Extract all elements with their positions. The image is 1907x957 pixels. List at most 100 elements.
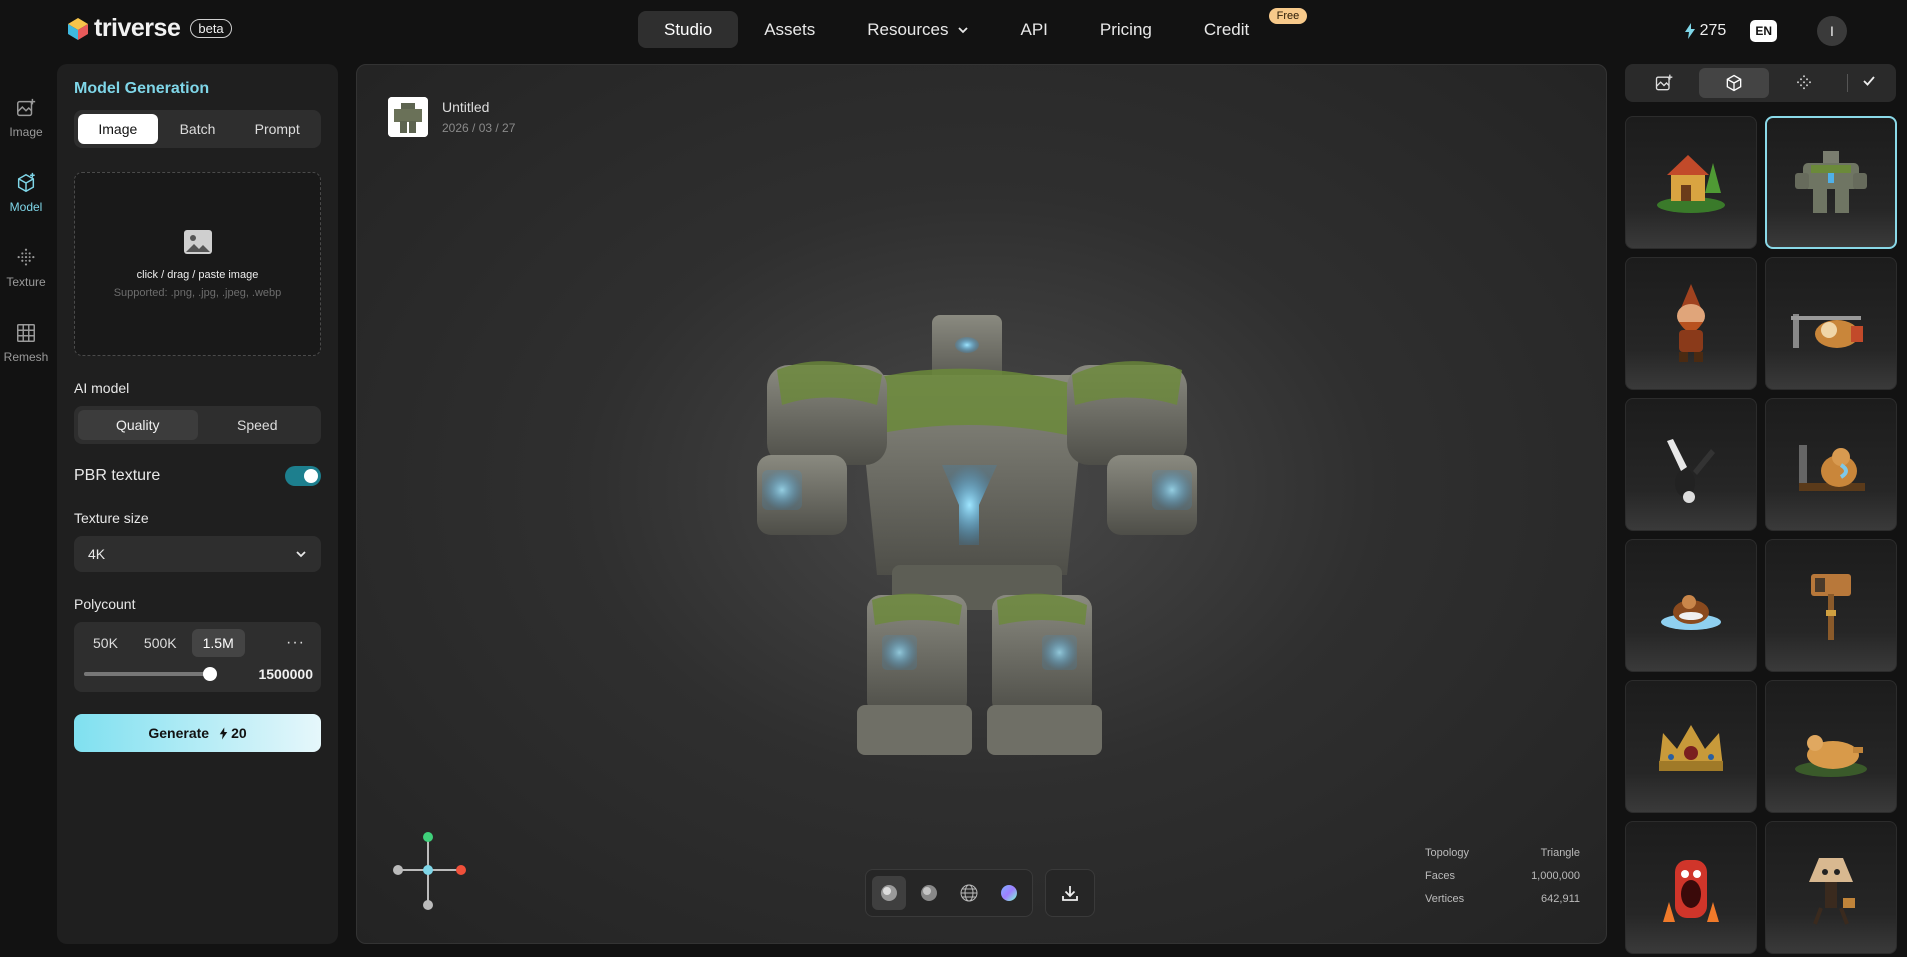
asset-card-lamp-creature[interactable]	[1765, 821, 1897, 954]
house-model-thumb	[1657, 154, 1725, 213]
brand-name: triverse	[94, 14, 181, 42]
rail-item-texture[interactable]: Texture	[0, 230, 52, 305]
credit-balance[interactable]: 275	[1684, 22, 1727, 40]
texture-size-label: Texture size	[74, 510, 149, 526]
asset-card-house[interactable]	[1625, 116, 1757, 249]
nav-studio[interactable]: Studio	[638, 11, 739, 48]
rail-item-image[interactable]: Image	[0, 80, 52, 155]
mesh-stats: Topology Triangle Faces 1,000,000 Vertices…	[1425, 847, 1580, 916]
viewport-toolbar	[865, 869, 1095, 917]
normal-sphere-icon	[1001, 885, 1017, 901]
hammer-model-thumb	[1811, 573, 1851, 640]
rail-item-label: Remesh	[3, 349, 49, 364]
tab-prompt[interactable]: Prompt	[237, 114, 317, 144]
generate-cost: 20	[231, 725, 247, 741]
more-options-icon[interactable]: ···	[286, 634, 305, 652]
ai-model-speed[interactable]: Speed	[198, 410, 318, 440]
generate-button[interactable]: Generate 20	[74, 714, 321, 752]
asset-card-bird-bench[interactable]	[1765, 398, 1897, 531]
tab-batch[interactable]: Batch	[158, 114, 238, 144]
model-name[interactable]: Untitled	[442, 99, 515, 115]
grid-icon	[17, 323, 35, 342]
render-textured-button[interactable]	[872, 876, 906, 910]
image-plus-icon	[17, 98, 36, 116]
axis-gizmo[interactable]	[383, 825, 473, 915]
asset-card-golem[interactable]	[1765, 116, 1897, 249]
credit-count: 275	[1699, 22, 1727, 39]
nav-assets[interactable]: Assets	[738, 11, 841, 48]
rail-item-label: Model	[9, 199, 43, 214]
polycount-50k[interactable]: 50K	[82, 629, 129, 657]
nav-resources[interactable]: Resources	[841, 11, 994, 48]
model-generation-panel: Model Generation Image Batch Prompt clic…	[57, 64, 338, 944]
render-normal-button[interactable]	[992, 876, 1026, 910]
rail-item-model[interactable]: Model	[0, 155, 52, 230]
breakdancer-model-thumb	[1667, 438, 1715, 503]
bird-water-model-thumb	[1661, 594, 1721, 630]
stat-label: Topology	[1425, 847, 1470, 859]
image-upload-dropzone[interactable]: click / drag / paste image Supported: .p…	[74, 172, 321, 356]
polycount-500k[interactable]: 500K	[133, 629, 188, 657]
polycount-1-5m[interactable]: 1.5M	[191, 629, 245, 657]
beta-badge: beta	[190, 19, 232, 38]
gym-bird-model-thumb	[1791, 313, 1863, 348]
stat-label: Vertices	[1425, 893, 1465, 905]
asset-card-crown[interactable]	[1625, 680, 1757, 813]
polycount-slider[interactable]	[84, 667, 217, 681]
filter-image-button[interactable]	[1629, 68, 1699, 98]
nav-credit[interactable]: Credit Free	[1178, 8, 1308, 48]
gallery-filter-bar	[1625, 64, 1896, 102]
ai-model-label: AI model	[74, 380, 130, 396]
slider-thumb[interactable]	[203, 667, 217, 681]
header-right: 275 EN I	[1684, 16, 1847, 46]
panel-title: Model Generation	[74, 80, 210, 97]
cube-icon	[1726, 74, 1742, 92]
asset-card-gnome[interactable]	[1625, 257, 1757, 390]
chevron-down-icon	[957, 26, 968, 33]
texture-icon	[1797, 75, 1811, 90]
main-nav: Studio Assets Resources API Pricing Cred…	[638, 8, 1308, 48]
render-mode-group	[865, 869, 1033, 917]
texture-size-select[interactable]: 4K	[74, 536, 321, 572]
rail-item-label: Image	[9, 124, 43, 139]
tab-image[interactable]: Image	[78, 114, 158, 144]
image-icon	[183, 230, 212, 254]
chevron-down-icon	[296, 551, 306, 558]
lamp-creature-model-thumb	[1809, 857, 1855, 925]
pbr-toggle[interactable]	[285, 466, 321, 486]
select-mode-button[interactable]	[1862, 74, 1876, 93]
asset-card-breakdancer[interactable]	[1625, 398, 1757, 531]
clay-sphere-icon	[921, 885, 937, 901]
check-icon	[1863, 75, 1875, 86]
asset-card-bird-water[interactable]	[1625, 539, 1757, 672]
render-wireframe-button[interactable]	[952, 876, 986, 910]
filter-texture-button[interactable]	[1769, 68, 1839, 98]
3d-viewport[interactable]: Untitled 2026 / 03 / 27 Topology Triangl…	[356, 64, 1607, 944]
download-button[interactable]	[1045, 869, 1095, 917]
golem-model-thumb	[1795, 150, 1867, 213]
model-info: Untitled 2026 / 03 / 27	[388, 97, 515, 137]
nav-api[interactable]: API	[995, 11, 1074, 48]
divider	[1847, 74, 1848, 92]
nav-credit-label: Credit	[1203, 19, 1250, 39]
pbr-row: PBR texture	[74, 466, 321, 486]
image-plus-icon	[1655, 74, 1673, 91]
polycount-value[interactable]: 1500000	[258, 666, 313, 682]
ai-model-toggle: Quality Speed	[74, 406, 321, 444]
roast-model-thumb	[1795, 734, 1867, 777]
asset-card-gym-bird[interactable]	[1765, 257, 1897, 390]
ai-model-quality[interactable]: Quality	[78, 410, 198, 440]
stat-label: Faces	[1425, 870, 1455, 882]
asset-card-roast[interactable]	[1765, 680, 1897, 813]
language-button[interactable]: EN	[1750, 20, 1777, 42]
filter-model-button[interactable]	[1699, 68, 1769, 98]
asset-card-monster[interactable]	[1625, 821, 1757, 954]
avatar[interactable]: I	[1817, 16, 1847, 46]
nav-pricing[interactable]: Pricing	[1074, 11, 1178, 48]
brand-logo[interactable]: triverse beta	[68, 14, 232, 43]
stat-value: 1,000,000	[1531, 870, 1580, 882]
asset-card-hammer[interactable]	[1765, 539, 1897, 672]
render-clay-button[interactable]	[912, 876, 946, 910]
golem-model-render[interactable]	[707, 245, 1247, 785]
rail-item-remesh[interactable]: Remesh	[0, 305, 52, 380]
